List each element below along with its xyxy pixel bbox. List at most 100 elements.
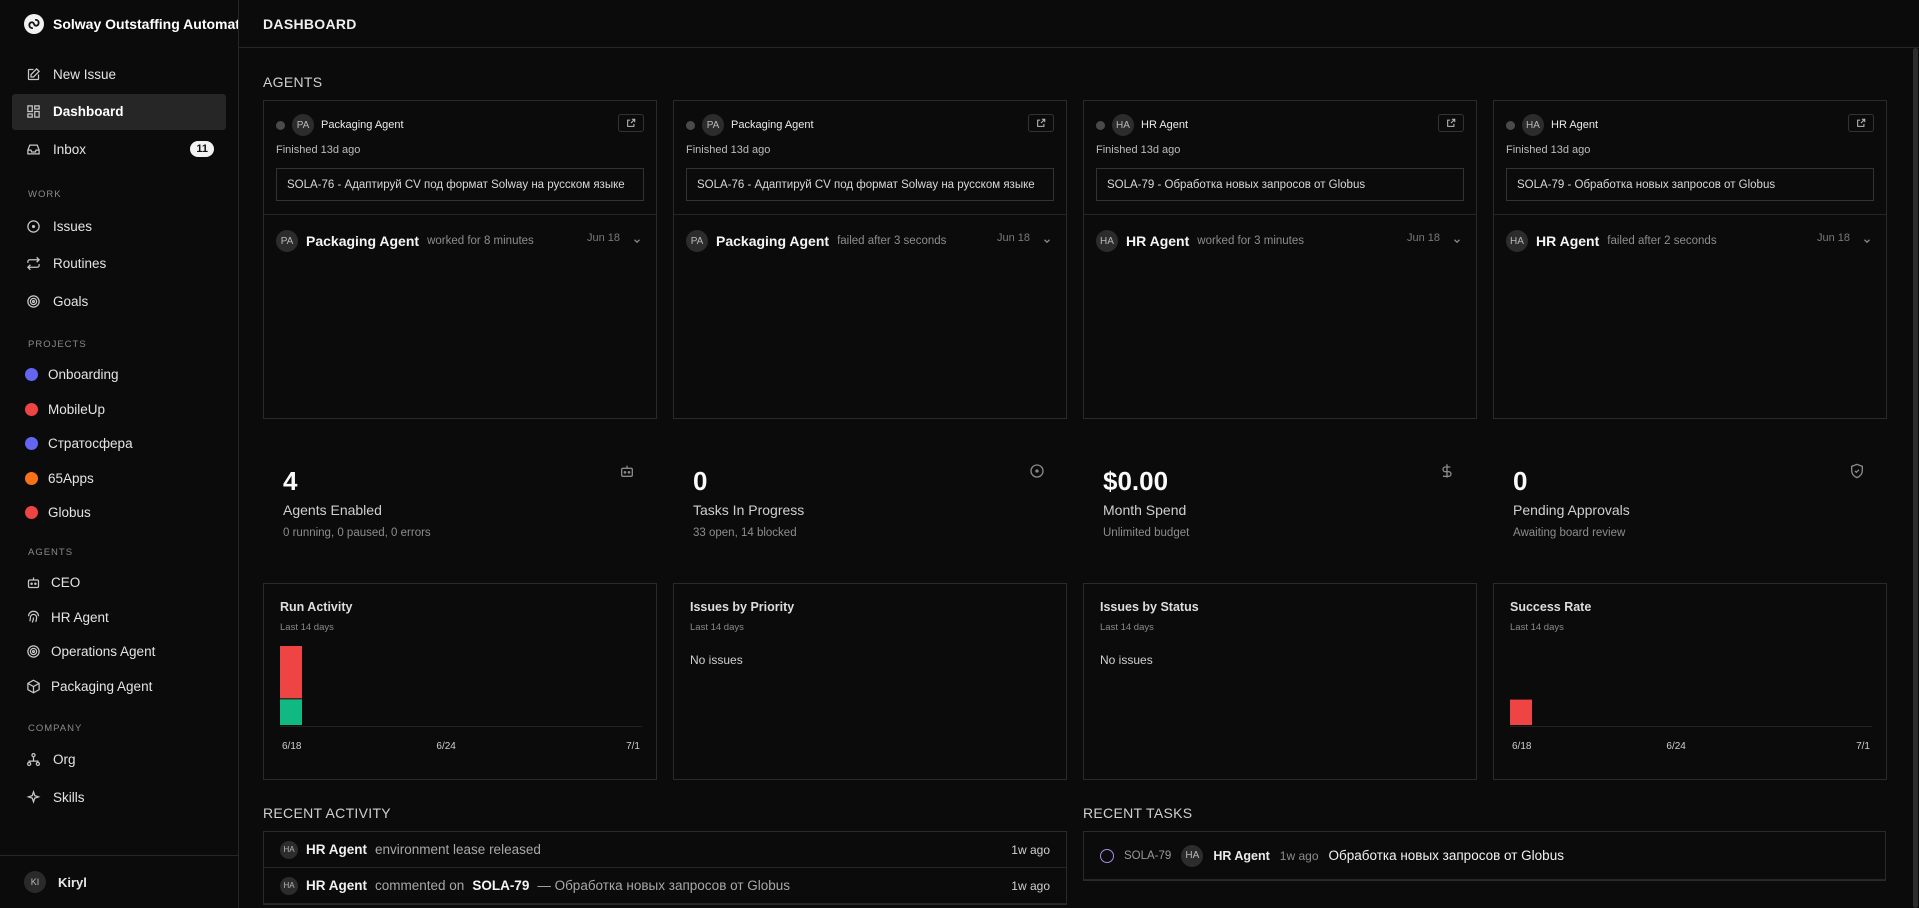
project-label: 65Apps (48, 470, 94, 486)
bot-icon (619, 463, 635, 479)
org-label: Org (53, 752, 76, 767)
x-tick-label: 7/1 (1856, 741, 1870, 752)
agent-name: Packaging Agent (321, 119, 404, 131)
sidebar-item-project-mobileup[interactable]: MobileUp (12, 393, 226, 426)
chart-subtitle: Last 14 days (1100, 622, 1154, 633)
circle-dot-icon (25, 218, 41, 234)
section-label-work: WORK (28, 189, 62, 200)
project-color-dot (25, 368, 38, 381)
status-dot (1506, 120, 1515, 130)
sidebar-item-issues[interactable]: Issues (12, 208, 226, 244)
circle-dot-icon (1029, 463, 1045, 479)
success-rate-card[interactable]: Success Rate Last 14 days 6/18 6/24 7/1 (1493, 583, 1887, 780)
chevron-down-icon[interactable] (1042, 233, 1052, 244)
sidebar-item-goals[interactable]: Goals (12, 283, 226, 319)
open-external-button[interactable] (1028, 114, 1054, 132)
goals-label: Goals (53, 293, 89, 309)
stat-card[interactable]: 4 Agents Enabled 0 running, 0 paused, 0 er… (263, 457, 657, 567)
chart-empty-text: No issues (1100, 653, 1153, 667)
sidebar-item-project-globus[interactable]: Globus (12, 496, 226, 529)
sidebar-item-agent-ceo[interactable]: CEO (12, 566, 226, 599)
recent-activity-heading: RECENT ACTIVITY (263, 805, 391, 821)
bot-icon (25, 575, 41, 591)
chart-bar (1510, 699, 1532, 725)
issues-label: Issues (53, 218, 93, 234)
repeat-icon (25, 256, 41, 272)
issue-link[interactable]: SOLA-79 - Обработка новых запросов от Gl… (1096, 168, 1464, 201)
agent-run-card[interactable]: HA HR Agent Finished 13d ago SOLA-79 - Обра… (1493, 100, 1887, 419)
stat-card[interactable]: 0 Pending Approvals Awaiting board review (1493, 457, 1887, 567)
activity-actor: HR Agent (306, 842, 367, 857)
issue-link[interactable]: SOLA-79 - Обработка новых запросов от Gl… (1506, 168, 1874, 201)
sidebar-item-agent-hr[interactable]: HR Agent (12, 601, 226, 634)
sidebar-item-dashboard[interactable]: Dashboard (12, 93, 226, 130)
chart-title: Issues by Status (1100, 600, 1199, 614)
agent-run-card[interactable]: PA Packaging Agent Finished 13d ago SOLA-76… (263, 100, 657, 419)
task-row[interactable]: SOLA-79 HA HR Agent 1w ago Обработка новых з… (1084, 832, 1885, 880)
external-link-icon (1037, 118, 1046, 127)
activity-time: 1w ago (1011, 842, 1050, 857)
x-tick-label: 6/24 (1666, 741, 1686, 752)
chart-subtitle: Last 14 days (690, 622, 744, 633)
run-activity-card[interactable]: Run Activity Last 14 days 6/18 6/24 7/1 (263, 583, 657, 780)
stat-card[interactable]: $0.00 Month Spend Unlimited budget (1083, 457, 1477, 567)
new-issue-button[interactable]: New Issue (12, 56, 226, 92)
sidebar-item-routines[interactable]: Routines (12, 246, 226, 282)
fingerprint-icon (25, 609, 41, 625)
open-external-button[interactable] (1438, 114, 1464, 132)
open-external-button[interactable] (1848, 114, 1874, 132)
chart-title: Success Rate (1510, 600, 1592, 614)
issue-link[interactable]: SOLA-76 - Адаптируй CV под формат Solway… (276, 168, 644, 201)
sidebar-item-project-stratosfera[interactable]: Стратосфера (12, 427, 226, 460)
scrollbar[interactable] (1912, 48, 1919, 908)
success-rate-chart: 6/18 6/24 7/1 (1510, 699, 1872, 752)
chevron-down-icon[interactable] (1452, 233, 1462, 244)
open-external-button[interactable] (618, 114, 644, 132)
sidebar-item-project-65apps[interactable]: 65Apps (12, 462, 226, 495)
external-link-icon (1857, 118, 1866, 127)
dashboard-label: Dashboard (53, 104, 124, 119)
activity-target-link[interactable]: SOLA-79 (472, 878, 529, 893)
sidebar-item-agent-operations[interactable]: Operations Agent (12, 635, 226, 668)
run-row[interactable]: HA HR Agent worked for 3 minutes Jun 18 (1084, 215, 1476, 252)
agent-run-card[interactable]: PA Packaging Agent Finished 13d ago SOLA-76… (673, 100, 1067, 419)
user-menu[interactable]: KI Kiryl (0, 855, 238, 908)
stat-label: Agents Enabled (283, 502, 382, 518)
brand-name: Solway Outstaffing Automat (53, 16, 238, 32)
run-row[interactable]: PA Packaging Agent failed after 3 seconds J… (674, 215, 1066, 252)
run-date: Jun 18 (1816, 232, 1850, 244)
sidebar-item-skills[interactable]: Skills (12, 779, 226, 815)
run-status: worked for 3 minutes (1197, 235, 1305, 247)
issue-link[interactable]: SOLA-76 - Адаптируй CV под формат Solway… (686, 168, 1054, 201)
avatar: HA (1506, 230, 1528, 252)
sidebar-item-agent-packaging[interactable]: Packaging Agent (12, 670, 226, 703)
activity-actor: HR Agent (306, 878, 367, 893)
inbox-count-badge: 11 (190, 141, 214, 157)
avatar: PA (292, 114, 314, 136)
project-label: Globus (48, 505, 91, 520)
chevron-down-icon[interactable] (1862, 233, 1872, 244)
stat-card[interactable]: 0 Tasks In Progress 33 open, 14 blocked (673, 457, 1067, 567)
chevron-down-icon[interactable] (632, 233, 642, 244)
issues-by-status-card[interactable]: Issues by Status Last 14 days No issues (1083, 583, 1477, 780)
activity-row[interactable]: HA HR Agent commented on SOLA-79 — Обработка… (264, 868, 1066, 904)
agent-run-card[interactable]: HA HR Agent Finished 13d ago SOLA-79 - Обра… (1083, 100, 1477, 419)
chart-subtitle: Last 14 days (280, 622, 334, 633)
run-agent-name: HR Agent (1536, 233, 1600, 249)
project-color-dot (25, 437, 38, 450)
run-row[interactable]: PA Packaging Agent worked for 8 minutes Jun… (264, 215, 656, 252)
sidebar-item-inbox[interactable]: Inbox 11 (12, 131, 226, 167)
external-link-icon (1447, 118, 1456, 127)
run-agent-name: HR Agent (1126, 233, 1190, 249)
run-date: Jun 18 (1406, 232, 1440, 244)
project-label: Стратосфера (48, 436, 133, 451)
run-row[interactable]: HA HR Agent failed after 2 seconds Jun 18 (1494, 215, 1886, 252)
skills-label: Skills (53, 789, 85, 805)
activity-row[interactable]: HA HR Agent environment lease released 1w a… (264, 832, 1066, 868)
issues-by-priority-card[interactable]: Issues by Priority Last 14 days No issue… (673, 583, 1067, 780)
brand[interactable]: Solway Outstaffing Automat (0, 0, 238, 48)
scrollbar-thumb[interactable] (1913, 48, 1918, 908)
sidebar-item-project-onboarding[interactable]: Onboarding (12, 358, 226, 391)
sidebar-item-org[interactable]: Org (12, 742, 226, 778)
stat-value: 0 (1513, 466, 1528, 496)
